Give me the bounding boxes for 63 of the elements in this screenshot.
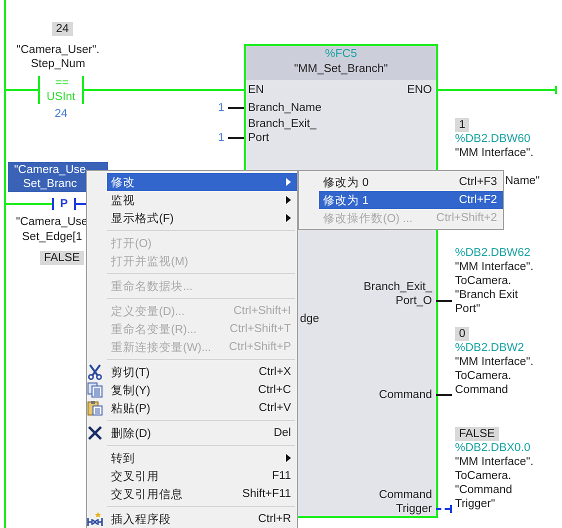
pin-label: Branch_Name <box>248 101 322 115</box>
operand-label: Command <box>455 383 508 397</box>
scissors-icon <box>87 364 103 380</box>
pin-label: Command <box>378 388 432 402</box>
value-display: FALSE <box>40 251 84 265</box>
operand-address: %DB2.DBW2 <box>455 341 524 355</box>
value-display: 0 <box>455 327 470 341</box>
pin-label: ENO <box>406 83 432 97</box>
operand-label: Port" <box>455 302 480 316</box>
menu-item[interactable]: 转到 <box>107 449 297 467</box>
operand-label: "Camera_User". <box>16 43 100 57</box>
value-display: 24 <box>52 22 73 36</box>
operand-label: "MM Interface". <box>455 146 534 160</box>
operator-symbol: == <box>54 76 70 90</box>
operand-address: %DB2.DBX0.0 <box>455 441 530 455</box>
pin-label: Port <box>248 131 270 145</box>
comparator-contact[interactable] <box>38 76 84 104</box>
menu-item[interactable]: 显示格式(F) <box>107 209 297 227</box>
operand-label: "MM Interface". <box>455 455 534 469</box>
constant-value: 1 <box>218 131 224 145</box>
operand-label: Name" <box>505 174 540 188</box>
insert-network-icon <box>87 511 103 527</box>
menu-item[interactable]: 交叉引用 F11 <box>107 467 297 485</box>
menu-item[interactable]: 交叉引用信息 Shift+F11 <box>107 485 297 503</box>
operand-address: %DB2.DBW62 <box>455 246 530 260</box>
menu-item[interactable]: 修改 <box>107 173 297 191</box>
menu-item[interactable]: 修改为 1 Ctrl+F2 <box>319 191 503 209</box>
operand-label: ToCamera. <box>455 274 512 288</box>
pin-label: EN <box>248 83 264 97</box>
pin-label: dge <box>300 312 320 326</box>
data-type: USInt <box>46 90 76 104</box>
operand-label: Trigger" <box>455 497 496 511</box>
operand-label: ToCamera. <box>455 369 512 383</box>
menu-item[interactable]: 粘贴(P) Ctrl+V <box>107 399 297 417</box>
operand-label: "MM Interface". <box>455 260 534 274</box>
operand-label: "Command <box>455 483 512 497</box>
constant-value: 1 <box>218 101 224 115</box>
delete-icon <box>87 425 103 441</box>
operand-label: Step_Num <box>30 57 86 71</box>
menu-item[interactable]: 插入程序段 Ctrl+R <box>107 510 297 528</box>
operand-label: Set_Edge[1 <box>22 230 82 244</box>
menu-item[interactable]: 修改为 0 Ctrl+F3 <box>319 173 503 191</box>
pin-label: Branch_Exit_ <box>248 117 316 131</box>
value-display: FALSE <box>455 427 499 441</box>
operand-label: "Camera_Use <box>16 215 88 229</box>
pin-label: Port_O <box>394 294 432 308</box>
menu-item[interactable]: 复制(Y) Ctrl+C <box>107 381 297 399</box>
pin-label: Command <box>378 488 432 502</box>
edge-contact[interactable]: P <box>52 198 76 210</box>
menu-item[interactable]: 监视 <box>107 191 297 209</box>
paste-icon <box>87 400 103 416</box>
operand-label: "MM Interface". <box>455 355 534 369</box>
menu-item[interactable]: 删除(D) Del <box>107 424 297 442</box>
pin-label: Branch_Exit_ <box>362 280 432 294</box>
menu-item[interactable]: 剪切(T) Ctrl+X <box>107 363 297 381</box>
operand-label: ToCamera. <box>455 469 512 483</box>
operand-address: %DB2.DBW60 <box>455 132 530 146</box>
block-address: %FC5 <box>325 47 357 61</box>
operand-label: "Branch Exit <box>455 288 518 302</box>
block-name: "MM_Set_Branch" <box>294 62 388 77</box>
pin-label: Trigger <box>395 502 432 516</box>
value-display: 1 <box>455 118 470 132</box>
compare-value: 24 <box>54 107 68 121</box>
